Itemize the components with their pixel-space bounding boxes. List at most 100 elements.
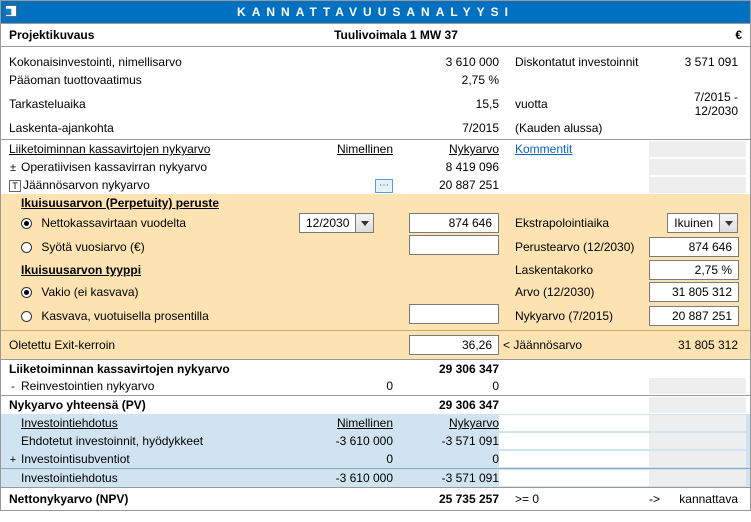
val-invest: 3 610 000 xyxy=(399,55,499,69)
row-perp-type-title: Ikuisuusarvon tyyppi Laskentakorko 2,75 … xyxy=(1,259,750,281)
link-comments[interactable]: Kommentit xyxy=(515,142,572,156)
row-perp-enter: Syötä vuosiarvo (€) Perustearvo (12/2030… xyxy=(1,234,750,259)
row-op-cf: ±Operatiivisen kassavirran nykyarvo 8 41… xyxy=(1,158,750,176)
radio-netcash[interactable] xyxy=(21,218,32,229)
input-enter-val[interactable] xyxy=(409,235,499,255)
label-exit: Oletettu Exit-kerroin xyxy=(9,338,299,352)
label-perp-pv: Nykyarvo (7/2015) xyxy=(499,309,649,323)
combo-extrap[interactable]: Ikuinen xyxy=(667,213,738,233)
arrow-icon: -> xyxy=(649,492,660,506)
val-pv-total: 29 306 347 xyxy=(399,398,499,412)
invest-hdr-nom: Nimellinen xyxy=(299,416,399,430)
label-op-cf: Operatiivisen kassavirran nykyarvo xyxy=(21,160,207,174)
label-reinvest: Reinvestointien nykyarvo xyxy=(21,379,154,393)
row-invest-header: Investointiehdotus Nimellinen Nykyarvo xyxy=(1,414,750,432)
val-rate: 2,75 % xyxy=(649,260,739,280)
combo-extrap-text: Ikuinen xyxy=(668,214,719,232)
row-perp-growing: Kasvava, vuotuisella prosentilla Nykyarv… xyxy=(1,303,750,328)
row-return-req: Pääoman tuottovaatimus 2,75 % xyxy=(1,71,750,89)
val-calc: 7/2015 xyxy=(399,121,499,135)
val-invest-total-nom: -3 610 000 xyxy=(299,471,399,485)
app-title: KANNATTAVUUSANALYYSI xyxy=(237,5,514,19)
currency-label: € xyxy=(735,28,742,42)
invest-hdr-pv: Nykyarvo xyxy=(399,416,499,430)
investment-block: Investointiehdotus Nimellinen Nykyarvo E… xyxy=(1,414,750,487)
row-residual-pv: TJäännösarvon nykyarvo ⋯ 20 887 251 xyxy=(1,176,750,194)
label-exit-residual: Jäännösarvo xyxy=(513,338,582,352)
val-period: 15,5 xyxy=(399,97,499,111)
label-invest-total: Investointiehdotus xyxy=(9,471,299,485)
label-pv-total: Nykyarvo yhteensä (PV) xyxy=(9,398,299,412)
chevron-down-icon[interactable] xyxy=(719,214,737,232)
label-future-value: Arvo (12/2030) xyxy=(499,285,649,299)
label-rate: Laskentakorko xyxy=(499,263,649,277)
ellipsis-icon[interactable]: ⋯ xyxy=(375,179,393,193)
perp-type-title: Ikuisuusarvon tyyppi xyxy=(9,263,299,277)
label-opt-netcash: Nettokassavirtaan vuodelta xyxy=(41,216,186,230)
combo-year[interactable]: 12/2030 xyxy=(299,213,374,233)
label-goods: Ehdotetut investoinnit, hyödykkeet xyxy=(9,434,299,448)
label-npv: Nettonykyarvo (NPV) xyxy=(9,492,299,506)
label-disc-invest: Diskontatut investoinnit xyxy=(499,55,649,69)
perp-basis-title: Ikuisuusarvon (Perpetuity) peruste xyxy=(9,196,299,210)
hdr-pv: Nykyarvo xyxy=(399,142,499,156)
label-calc: Laskenta-ajankohta xyxy=(9,121,299,135)
row-total-investment: Kokonaisinvestointi, nimellisarvo 3 610 … xyxy=(1,53,750,71)
val-residual: 20 887 251 xyxy=(399,178,499,192)
val-perp-pv: 20 887 251 xyxy=(649,306,739,326)
label-kauden: (Kauden alussa) xyxy=(499,121,649,135)
val-subs-nom: 0 xyxy=(299,452,399,466)
hdr-nominal: Nimellinen xyxy=(299,142,399,156)
label-residual: Jäännösarvon nykyarvo xyxy=(23,178,150,192)
npv-verdict: kannattava xyxy=(679,492,738,506)
val-return: 2,75 % xyxy=(399,73,499,87)
val-years-range: 7/2015 - 12/2030 xyxy=(649,90,742,118)
project-header: Projektikuvaus Tuulivoimala 1 MW 37 € xyxy=(1,24,750,47)
val-subs-pv: 0 xyxy=(399,452,499,466)
app-window: ▦ KANNATTAVUUSANALYYSI Projektikuvaus Tu… xyxy=(0,0,751,511)
chevron-down-icon[interactable] xyxy=(355,214,373,232)
input-netcash-val[interactable]: 874 646 xyxy=(409,213,499,233)
val-reinvest-pv: 0 xyxy=(399,379,499,393)
input-growing-pct[interactable] xyxy=(409,304,499,324)
plusminus-icon[interactable]: ± xyxy=(7,162,19,174)
label-opt-enter: Syötä vuosiarvo (€) xyxy=(41,240,144,254)
project-label: Projektikuvaus xyxy=(9,28,299,42)
val-biz-pv: 29 306 347 xyxy=(399,362,499,376)
row-calc-time: Laskenta-ajankohta 7/2015 (Kauden alussa… xyxy=(1,119,750,137)
plus-icon: + xyxy=(7,454,19,466)
row-exit: Oletettu Exit-kerroin 36,26 < Jäännösarv… xyxy=(1,331,750,359)
row-invest-subs: +Investointisubventiot 0 0 xyxy=(1,450,750,468)
combo-year-text: 12/2030 xyxy=(300,214,355,232)
val-future-value: 31 805 312 xyxy=(649,282,739,302)
row-invest-total: Investointiehdotus -3 610 000 -3 571 091 xyxy=(1,468,750,487)
expand-icon[interactable]: ▦ xyxy=(5,5,17,17)
label-years: vuotta xyxy=(499,97,649,111)
row-cf-header: Liiketoiminnan kassavirtojen nykyarvo Ni… xyxy=(1,140,750,158)
row-npv: Nettonykyarvo (NPV) 25 735 257 >= 0 -> k… xyxy=(1,487,750,510)
expand-t-icon[interactable]: T xyxy=(9,180,21,192)
row-perp-fixed: Vakio (ei kasvava) Arvo (12/2030) 31 805… xyxy=(1,281,750,303)
radio-fixed[interactable] xyxy=(21,287,32,298)
row-period: Tarkasteluaika 15,5 vuotta 7/2015 - 12/2… xyxy=(1,89,750,119)
label-extrap: Ekstrapolointiaika xyxy=(499,216,649,230)
radio-growing[interactable] xyxy=(21,311,32,322)
val-goods-nom: -3 610 000 xyxy=(299,434,399,448)
title-bar: ▦ KANNATTAVUUSANALYYSI xyxy=(1,1,750,24)
invest-title: Investointiehdotus xyxy=(9,416,299,430)
input-exit-val[interactable]: 36,26 xyxy=(409,335,499,355)
row-biz-pv-total: Liiketoiminnan kassavirtojen nykyarvo 29… xyxy=(1,359,750,377)
val-invest-total-pv: -3 571 091 xyxy=(399,471,499,485)
label-period: Tarkasteluaika xyxy=(9,97,299,111)
val-disc-invest: 3 571 091 xyxy=(649,55,742,69)
val-goods-pv: -3 571 091 xyxy=(399,434,499,448)
label-opt-growing: Kasvava, vuotuisella prosentilla xyxy=(41,309,208,323)
radio-enter-year[interactable] xyxy=(21,242,32,253)
val-npv: 25 735 257 xyxy=(399,492,499,506)
label-cf-pv: Liiketoiminnan kassavirtojen nykyarvo xyxy=(9,142,299,156)
val-exit-residual: 31 805 312 xyxy=(649,338,742,352)
label-invest: Kokonaisinvestointi, nimellisarvo xyxy=(9,55,299,69)
label-base: Perustearvo (12/2030) xyxy=(499,240,649,254)
label-biz-pv: Liiketoiminnan kassavirtojen nykyarvo xyxy=(9,362,299,376)
val-op-cf: 8 419 096 xyxy=(399,160,499,174)
